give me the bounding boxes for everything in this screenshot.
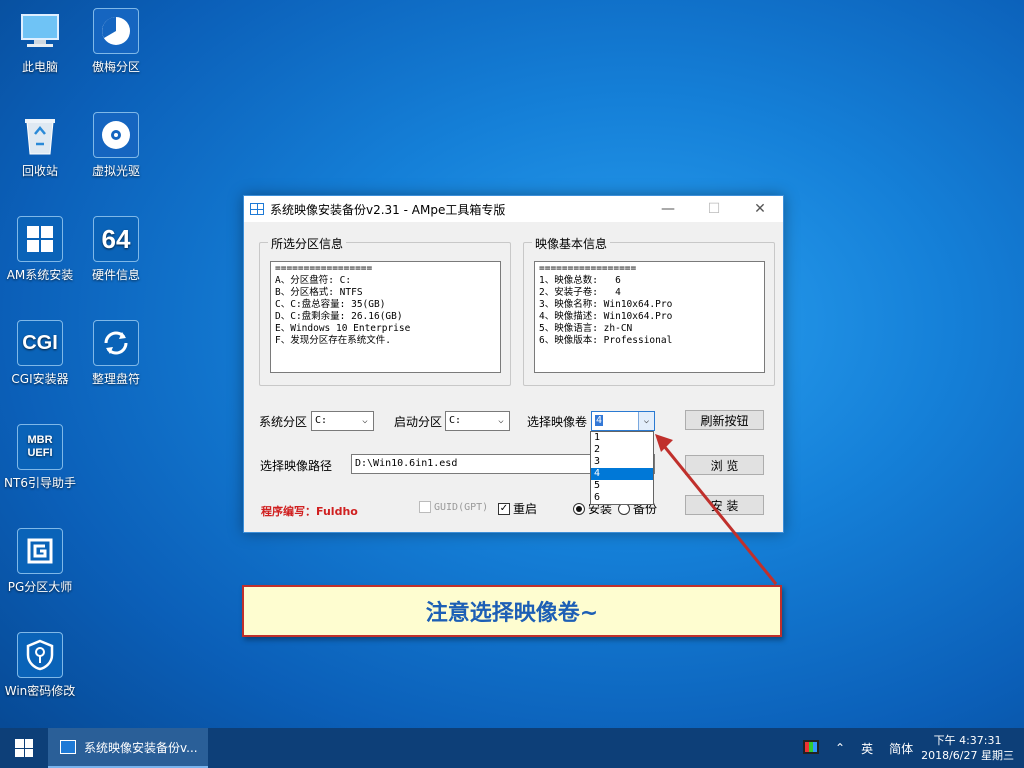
boot-partition-label: 启动分区 (394, 415, 443, 429)
clock-time: 下午 4:37:31 (933, 734, 1002, 747)
dropdown-option[interactable]: 6 (591, 492, 653, 504)
image-info-group: 映像基本信息 ================= 1、映像总数: 6 2、安装子… (523, 235, 775, 386)
desktop-icon-recycle-bin[interactable]: 回收站 (0, 112, 80, 179)
boot-partition-value: C: (449, 415, 462, 426)
system-partition-label: 系统分区 (259, 415, 308, 429)
dropdown-option[interactable]: 3 (591, 456, 653, 468)
image-path-label: 选择映像路径 (260, 459, 333, 473)
desktop-icon-virtual-drive[interactable]: 虚拟光驱 (76, 112, 156, 179)
image-info-text[interactable]: ================= 1、映像总数: 6 2、安装子卷: 4 3、… (534, 261, 765, 373)
start-button[interactable] (0, 728, 48, 768)
clock-date: 2018/6/27 星期三 (921, 749, 1014, 762)
dropdown-option-selected[interactable]: 4 (591, 468, 653, 480)
desktop-icon-label: 虚拟光驱 (91, 164, 140, 178)
desktop-icon-label: 傲梅分区 (91, 60, 140, 74)
desktop-icon-pg-partition[interactable]: PG分区大师 (0, 528, 80, 595)
refresh-icon (93, 320, 139, 366)
maximize-button[interactable]: ☐ (691, 196, 737, 222)
refresh-button[interactable]: 刷新按钮 (685, 410, 764, 430)
desktop-icon-label: 回收站 (21, 164, 58, 178)
reboot-checkbox[interactable]: ✓ 重启 (498, 500, 537, 517)
desktop-icon-aomei[interactable]: 傲梅分区 (76, 8, 156, 75)
minimize-button[interactable]: — (645, 196, 691, 222)
mbr-text: MBR (27, 434, 53, 446)
desktop-icon-label: NT6引导助手 (4, 476, 76, 490)
desktop-icon-this-pc[interactable]: 此电脑 (0, 8, 80, 75)
boot-partition-select[interactable]: C: ⌵ (445, 411, 510, 431)
uefi-text: UEFI (27, 447, 53, 459)
radio-dot-icon (573, 502, 585, 515)
shield-key-icon (17, 632, 63, 678)
guid-checkbox-box (419, 501, 431, 513)
desktop-icon-label: Win密码修改 (4, 684, 76, 698)
image-volume-label: 选择映像卷 (527, 415, 588, 429)
window-title: 系统映像安装备份v2.31 - AMpe工具箱专版 (270, 202, 506, 217)
reboot-checkbox-label: 重启 (513, 502, 538, 516)
disc-icon (93, 112, 139, 158)
chevron-down-icon: ⌵ (362, 416, 368, 426)
recycle-bin-icon (17, 112, 63, 158)
image-volume-select[interactable]: 4 ⌵ (591, 411, 655, 431)
image-volume-value: 4 (595, 415, 604, 426)
partition-info-group: 所选分区信息 ================= A、分区盘符: C: B、分区… (259, 235, 511, 386)
close-button[interactable]: ✕ (737, 196, 783, 222)
ime-indicator[interactable]: 英 (861, 740, 873, 757)
guid-checkbox-label: GUID(GPT) (434, 501, 489, 513)
partition-info-text[interactable]: ================= A、分区盘符: C: B、分区格式: NTF… (270, 261, 501, 373)
desktop-icon-cgi[interactable]: CGI CGI安装器 (0, 320, 80, 387)
mbr-uefi-icon: MBR UEFI (17, 424, 63, 470)
system-partition-value: C: (315, 415, 328, 426)
desktop-icon-nt6[interactable]: MBR UEFI NT6引导助手 (0, 424, 80, 491)
desktop-icon-drive-letters[interactable]: 整理盘符 (76, 320, 156, 387)
checkmark-icon: ✓ (498, 502, 510, 515)
pg-icon (17, 528, 63, 574)
cgi-icon: CGI (17, 320, 63, 366)
language-indicator[interactable]: 简体 (889, 740, 913, 757)
monitor-icon (17, 8, 63, 54)
desktop-icon-label: CGI安装器 (11, 372, 69, 386)
clock[interactable]: 下午 4:37:31 2018/6/27 星期三 (921, 733, 1014, 763)
aomei-icon (93, 8, 139, 54)
chevron-down-icon: ⌵ (638, 412, 654, 430)
window-titlebar[interactable]: 系统映像安装备份v2.31 - AMpe工具箱专版 — ☐ ✕ (244, 196, 783, 222)
desktop-icon-win-password[interactable]: Win密码修改 (0, 632, 80, 699)
taskbar: 系统映像安装备份v... ⌃ 英 简体 下午 4:37:31 2018/6/27… (0, 728, 1024, 768)
dropdown-option[interactable]: 2 (591, 444, 653, 456)
chevron-up-icon[interactable]: ⌃ (835, 741, 845, 755)
taskbar-item-installer[interactable]: 系统映像安装备份v... (48, 728, 208, 768)
64-icon: 64 (93, 216, 139, 262)
dropdown-option[interactable]: 5 (591, 480, 653, 492)
guid-checkbox[interactable]: GUID(GPT) (419, 501, 488, 513)
author-label: 程序编写：Fuldho (261, 505, 358, 518)
windows-icon (17, 216, 63, 262)
browse-button[interactable]: 浏 览 (685, 455, 764, 475)
desktop-icon-label: 此电脑 (21, 60, 58, 74)
dropdown-option[interactable]: 1 (591, 432, 653, 444)
taskbar-item-label: 系统映像安装备份v... (84, 740, 198, 755)
system-tray: ⌃ 英 简体 下午 4:37:31 2018/6/27 星期三 (795, 728, 1024, 768)
image-info-legend: 映像基本信息 (532, 235, 611, 252)
app-icon (60, 740, 76, 754)
install-button[interactable]: 安 装 (685, 495, 764, 515)
desktop-icon-label: 硬件信息 (91, 268, 140, 282)
callout-box: 注意选择映像卷~ (242, 585, 782, 637)
chevron-down-icon: ⌵ (498, 416, 504, 426)
desktop-icon-label: AM系统安装 (6, 268, 74, 282)
color-palette-icon[interactable] (803, 739, 819, 757)
desktop-icon-am-install[interactable]: AM系统安装 (0, 216, 80, 283)
partition-info-legend: 所选分区信息 (268, 235, 347, 252)
windows-logo-icon (15, 739, 33, 757)
installer-window: 系统映像安装备份v2.31 - AMpe工具箱专版 — ☐ ✕ 所选分区信息 =… (243, 195, 784, 533)
desktop-icon-hardware-info[interactable]: 64 硬件信息 (76, 216, 156, 283)
desktop-icon-label: PG分区大师 (7, 580, 73, 594)
app-icon (250, 203, 264, 215)
desktop-icon-label: 整理盘符 (91, 372, 140, 386)
image-volume-dropdown: 1 2 3 4 5 6 (590, 431, 654, 505)
system-partition-select[interactable]: C: ⌵ (311, 411, 374, 431)
